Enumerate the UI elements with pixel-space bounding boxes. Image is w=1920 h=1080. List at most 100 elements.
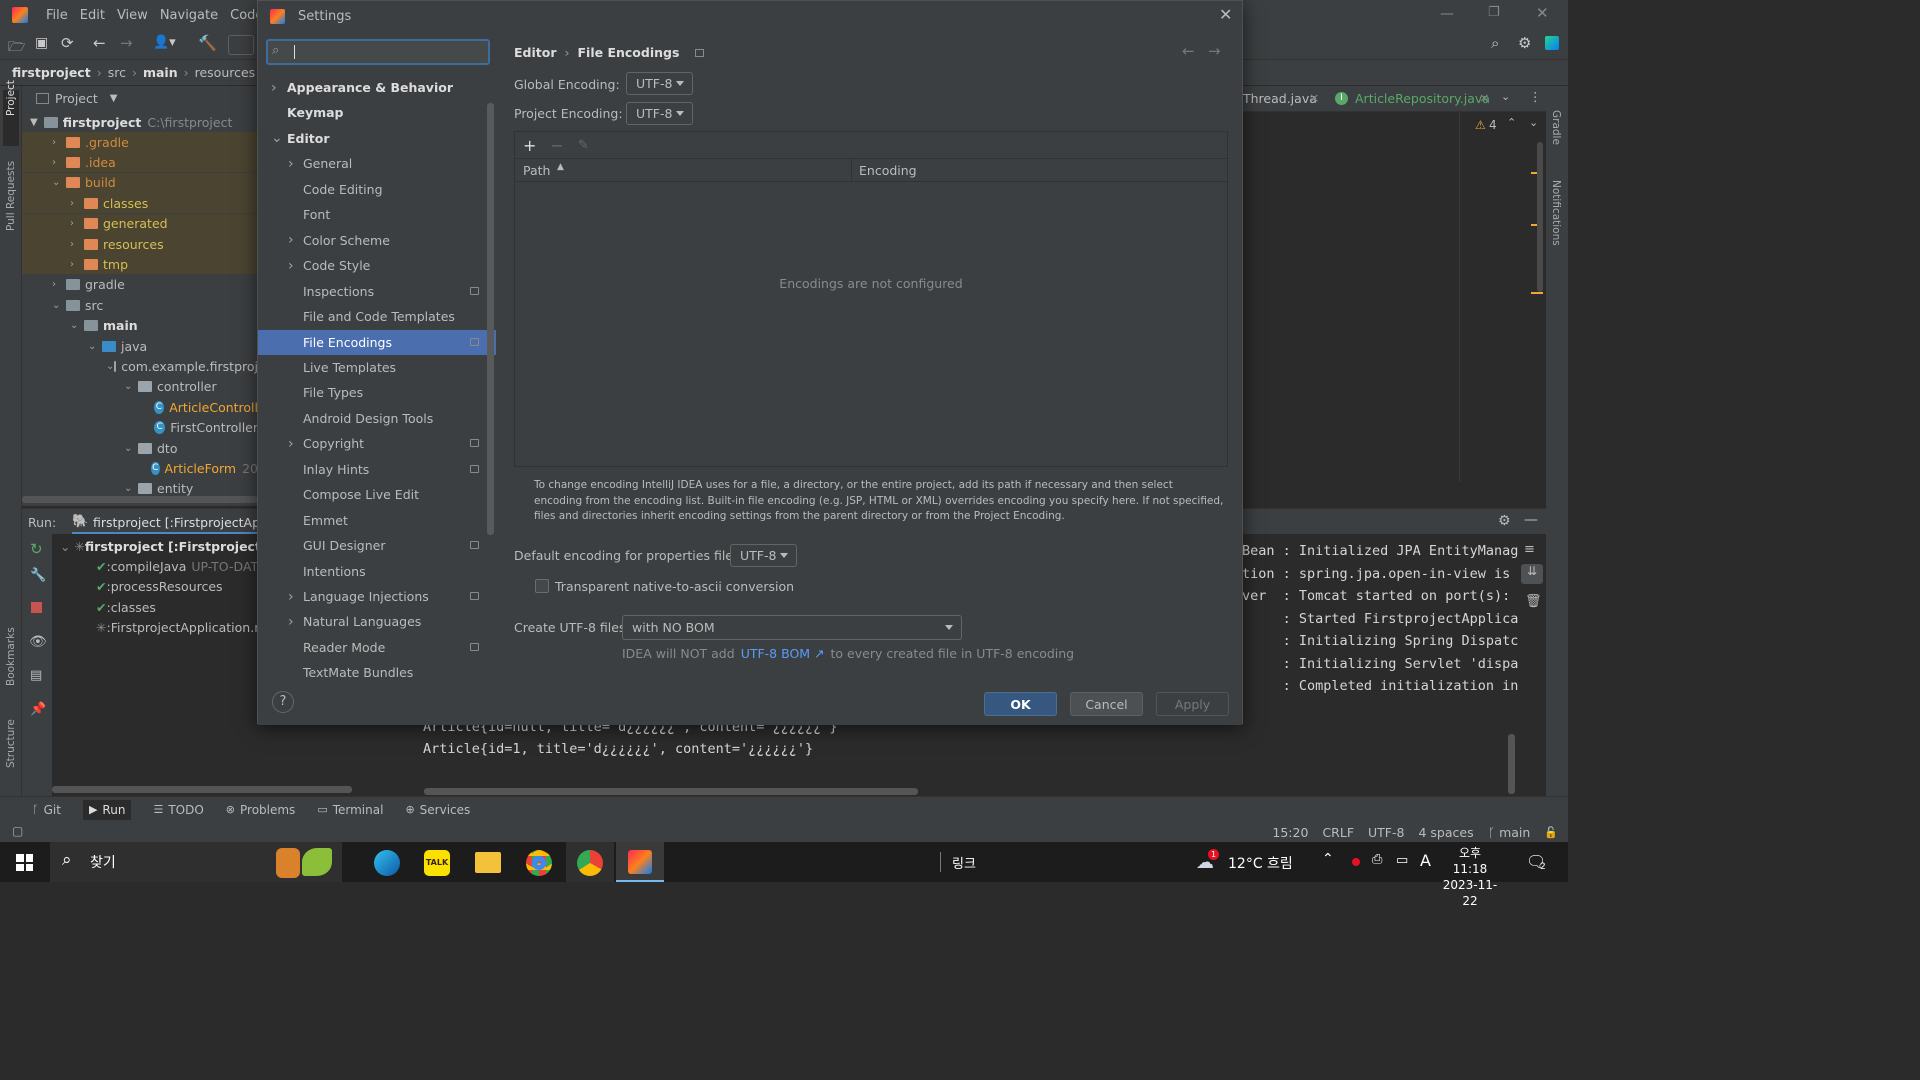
- utf8-bom-link[interactable]: UTF-8 BOM ↗: [741, 646, 825, 661]
- run-tree-row[interactable]: ✔ :processResources: [52, 577, 223, 597]
- toggle-tool-windows-icon[interactable]: ▢: [12, 824, 23, 838]
- transparent-conversion-label[interactable]: Transparent native-to-ascii conversion: [555, 579, 794, 594]
- warnings-count[interactable]: 4: [1489, 118, 1497, 132]
- settings-nav-item[interactable]: GUI Designer: [258, 533, 496, 558]
- search-everywhere-icon[interactable]: ⌕: [1491, 34, 1499, 52]
- file-explorer-icon[interactable]: [475, 852, 501, 873]
- bottom-tab-run[interactable]: ▶ Run: [82, 799, 132, 820]
- cancel-button[interactable]: Cancel: [1070, 692, 1143, 716]
- menu-item-file[interactable]: File: [46, 8, 68, 23]
- settings-nav-item[interactable]: › Copyright: [258, 431, 496, 456]
- status-indent[interactable]: 4 spaces: [1418, 825, 1473, 840]
- run-tree-row[interactable]: ✔ :classes: [52, 597, 156, 617]
- settings-nav-item[interactable]: Code Editing: [258, 177, 496, 202]
- chevron-right-icon[interactable]: ›: [288, 232, 294, 248]
- intellij-taskbar-slot[interactable]: [616, 842, 664, 882]
- close-icon[interactable]: ×: [1479, 90, 1489, 105]
- console-vscrollbar[interactable]: [1508, 734, 1515, 794]
- table-body[interactable]: Encodings are not configured: [515, 182, 1227, 466]
- scroll-to-end-icon[interactable]: ⇊: [1521, 564, 1543, 584]
- run-config-box[interactable]: [228, 35, 254, 55]
- status-position[interactable]: 15:20: [1272, 825, 1308, 840]
- chevron-right-icon[interactable]: ›: [288, 614, 294, 630]
- project-tree-row[interactable]: › tmp: [22, 254, 258, 275]
- settings-nav-item[interactable]: Compose Live Edit: [258, 482, 496, 507]
- layout-icon[interactable]: ▤: [30, 668, 42, 683]
- settings-nav-item[interactable]: Android Design Tools: [258, 406, 496, 431]
- chrome-icon[interactable]: [526, 850, 552, 876]
- chevron-right-icon[interactable]: ›: [288, 589, 294, 605]
- global-encoding-select[interactable]: UTF-8: [626, 72, 693, 95]
- project-tree-row[interactable]: › gradle: [22, 275, 258, 295]
- settings-nav-item[interactable]: File Encodings: [258, 329, 496, 355]
- soft-wrap-icon[interactable]: ≡: [1524, 542, 1535, 557]
- project-panel-title[interactable]: Project: [55, 91, 98, 106]
- bottom-tab-todo[interactable]: ☰ TODO: [153, 803, 203, 817]
- column-encoding[interactable]: Encoding: [859, 163, 917, 178]
- close-icon[interactable]: ✕: [1219, 5, 1232, 24]
- windows-start-icon[interactable]: [16, 854, 33, 871]
- chevron-down-icon[interactable]: ▼: [110, 93, 118, 104]
- hide-panel-icon[interactable]: —: [1524, 512, 1538, 528]
- run-tree-row[interactable]: ⌄ ✳ firstproject [:FirstprojectApp: [52, 536, 289, 556]
- status-branch[interactable]: ᚴ main: [1488, 825, 1531, 840]
- project-tree-row[interactable]: ⌄ src: [22, 295, 258, 315]
- breadcrumb-item[interactable]: main: [143, 65, 178, 80]
- gradle-strip-label[interactable]: Gradle: [1550, 110, 1562, 145]
- create-utf8-select[interactable]: with NO BOM: [622, 615, 962, 640]
- recording-icon[interactable]: [1352, 858, 1360, 866]
- settings-nav-item[interactable]: File and Code Templates: [258, 304, 496, 329]
- menu-item-edit[interactable]: Edit: [80, 8, 105, 23]
- settings-nav-item[interactable]: › General: [258, 151, 496, 176]
- battery-icon[interactable]: ▭: [1396, 853, 1408, 868]
- stop-icon[interactable]: [31, 602, 42, 613]
- settings-nav-item[interactable]: Inspections: [258, 279, 496, 304]
- project-tree-row[interactable]: › generated: [22, 213, 258, 234]
- chevron-right-icon[interactable]: ›: [70, 239, 84, 250]
- status-encoding[interactable]: UTF-8: [1368, 825, 1404, 840]
- status-line-separator[interactable]: CRLF: [1322, 825, 1354, 840]
- settings-nav-item[interactable]: ⌄ Editor: [258, 126, 496, 151]
- properties-encoding-select[interactable]: UTF-8: [730, 544, 797, 567]
- column-path[interactable]: Path: [523, 163, 550, 178]
- chevron-right-icon[interactable]: ›: [52, 157, 66, 168]
- build-hammer-icon[interactable]: 🔨: [198, 34, 217, 52]
- settings-search-input[interactable]: ⌕: [266, 39, 490, 65]
- bottom-tab-problems[interactable]: ⊗ Problems: [226, 803, 296, 817]
- remove-icon[interactable]: −: [550, 136, 563, 155]
- breadcrumb-item[interactable]: src: [108, 65, 126, 80]
- back-arrow-icon[interactable]: ←: [1182, 42, 1195, 60]
- edit-pencil-icon[interactable]: ✎: [578, 138, 589, 153]
- menu-item-navigate[interactable]: Navigate: [160, 8, 218, 23]
- clock[interactable]: 오후 11:18 2023-11-22: [1440, 845, 1500, 909]
- project-tree-row[interactable]: C ArticleForm 20: [22, 458, 258, 478]
- chevron-right-icon[interactable]: ›: [70, 198, 84, 209]
- chevron-down-icon[interactable]: ⌄: [52, 177, 66, 188]
- back-icon[interactable]: ←: [93, 34, 106, 52]
- run-tree-row[interactable]: ✔ :compileJava UP-TO-DAT: [52, 556, 258, 576]
- kakaotalk-icon[interactable]: TALK: [424, 850, 450, 876]
- project-hscrollbar[interactable]: [22, 496, 258, 503]
- chevron-right-icon[interactable]: ›: [52, 279, 66, 290]
- settings-nav-item[interactable]: Live Templates: [258, 355, 496, 380]
- settings-nav-item[interactable]: Emmet: [258, 508, 496, 533]
- settings-nav-item[interactable]: Intentions: [258, 559, 496, 584]
- settings-nav-item[interactable]: Keymap: [258, 100, 496, 125]
- project-tree-row[interactable]: › .gradle: [22, 132, 258, 152]
- forward-arrow-icon[interactable]: →: [1208, 42, 1221, 60]
- chevron-down-icon[interactable]: ⌄: [1529, 116, 1538, 129]
- help-icon[interactable]: ?: [272, 691, 294, 713]
- more-options-icon[interactable]: ⋮: [1529, 89, 1542, 104]
- run-tree-hscrollbar[interactable]: [52, 786, 352, 793]
- chevron-down-icon[interactable]: ⌄: [88, 341, 102, 352]
- settings-nav-item[interactable]: › Color Scheme: [258, 228, 496, 253]
- chevron-down-icon[interactable]: ⌄: [271, 130, 283, 146]
- chevron-right-icon[interactable]: ›: [271, 80, 277, 96]
- chevron-up-icon[interactable]: ⌃: [1322, 851, 1334, 867]
- settings-nav-item[interactable]: › Natural Languages: [258, 609, 496, 634]
- project-tree-row[interactable]: ⌄ build: [22, 172, 258, 193]
- project-tree-row[interactable]: ⌄ java: [22, 336, 258, 356]
- minimize-icon[interactable]: —: [1440, 6, 1454, 22]
- run-tree-row[interactable]: ✳:FirstprojectApplication.ma: [52, 618, 274, 638]
- pin-icon[interactable]: 📌: [30, 702, 46, 717]
